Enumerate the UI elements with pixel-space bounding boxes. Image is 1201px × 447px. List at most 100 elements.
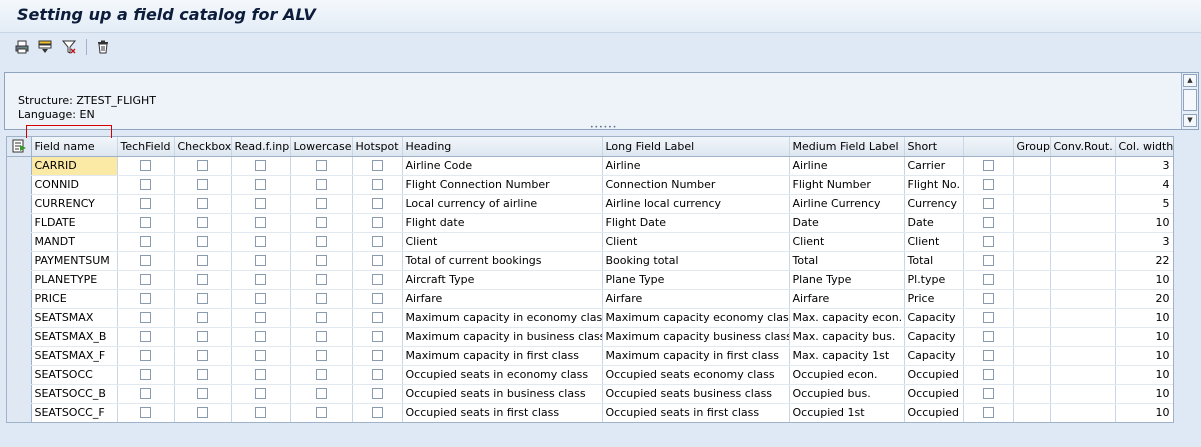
table-row[interactable]: MANDT Client Client Client Client 3: [7, 232, 1173, 252]
checkbox[interactable]: [982, 312, 994, 323]
field-name-cell[interactable]: FLDATE: [31, 213, 118, 233]
field-name-cell[interactable]: SEATSOCC_B: [31, 384, 118, 404]
heading-cell[interactable]: Aircraft Type: [402, 270, 603, 290]
col-width-cell[interactable]: 10: [1115, 346, 1173, 366]
checkbox[interactable]: [197, 274, 208, 285]
heading-cell[interactable]: Airfare: [402, 289, 603, 309]
column-header[interactable]: Short: [904, 137, 964, 157]
col-width-cell[interactable]: 10: [1115, 327, 1173, 347]
conv-rout-cell[interactable]: [1050, 156, 1116, 176]
heading-cell[interactable]: Total of current bookings: [402, 251, 603, 271]
row-selector[interactable]: [7, 270, 32, 290]
medium-label-cell[interactable]: Flight Number: [789, 175, 905, 195]
checkbox[interactable]: [197, 236, 208, 247]
column-header[interactable]: Long Field Label: [602, 137, 790, 157]
checkbox[interactable]: [255, 388, 266, 399]
short-label-cell[interactable]: Price: [904, 289, 964, 309]
col-width-cell[interactable]: 3: [1115, 232, 1173, 252]
checkbox[interactable]: [140, 198, 151, 209]
field-name-cell[interactable]: SEATSOCC: [31, 365, 118, 385]
row-selector[interactable]: [7, 327, 32, 347]
checkbox[interactable]: [371, 369, 383, 380]
field-name-cell[interactable]: MANDT: [31, 232, 118, 252]
checkbox[interactable]: [140, 217, 151, 228]
checkbox[interactable]: [315, 388, 327, 399]
long-label-cell[interactable]: Occupied seats business class: [602, 384, 790, 404]
conv-rout-cell[interactable]: [1050, 194, 1116, 214]
checkbox[interactable]: [371, 236, 383, 247]
col-width-cell[interactable]: 3: [1115, 156, 1173, 176]
column-header[interactable]: Col. width: [1115, 137, 1173, 157]
group-cell[interactable]: [1013, 232, 1051, 252]
col-width-cell[interactable]: 4: [1115, 175, 1173, 195]
short-label-cell[interactable]: Occupied: [904, 384, 964, 404]
group-cell[interactable]: [1013, 251, 1051, 271]
checkbox[interactable]: [371, 274, 383, 285]
medium-label-cell[interactable]: Occupied bus.: [789, 384, 905, 404]
long-label-cell[interactable]: Flight Date: [602, 213, 790, 233]
col-width-cell[interactable]: 10: [1115, 384, 1173, 404]
column-header[interactable]: Medium Field Label: [789, 137, 905, 157]
checkbox[interactable]: [197, 293, 208, 304]
medium-label-cell[interactable]: Occupied 1st: [789, 403, 905, 422]
conv-rout-cell[interactable]: [1050, 308, 1116, 328]
checkbox[interactable]: [197, 179, 208, 190]
table-row[interactable]: PRICE Airfare Airfare Airfare Price 20: [7, 289, 1173, 309]
checkbox[interactable]: [140, 160, 151, 171]
checkbox[interactable]: [982, 274, 994, 285]
short-label-cell[interactable]: Currency: [904, 194, 964, 214]
checkbox[interactable]: [140, 312, 151, 323]
table-row[interactable]: SEATSMAX_B Maximum capacity in business c…: [7, 327, 1173, 347]
field-name-cell[interactable]: SEATSOCC_F: [31, 403, 118, 422]
table-row[interactable]: SEATSMAX Maximum capacity in economy clas…: [7, 308, 1173, 328]
table-row[interactable]: FLDATE Flight date Flight Date Date Date 10: [7, 213, 1173, 233]
checkbox[interactable]: [371, 179, 383, 190]
checkbox[interactable]: [140, 179, 151, 190]
scroll-thumb[interactable]: [1183, 89, 1197, 111]
short-label-cell[interactable]: Pl.type: [904, 270, 964, 290]
checkbox[interactable]: [315, 160, 327, 171]
heading-cell[interactable]: Occupied seats in economy class: [402, 365, 603, 385]
heading-cell[interactable]: Maximum capacity in economy class: [402, 308, 603, 328]
scroll-up-icon[interactable]: ▲: [1183, 74, 1197, 87]
checkbox[interactable]: [371, 255, 383, 266]
checkbox[interactable]: [140, 331, 151, 342]
checkbox[interactable]: [197, 198, 208, 209]
checkbox[interactable]: [371, 312, 383, 323]
checkbox[interactable]: [315, 255, 327, 266]
checkbox[interactable]: [255, 331, 266, 342]
conv-rout-cell[interactable]: [1050, 346, 1116, 366]
filter-icon[interactable]: [60, 38, 78, 56]
table-row[interactable]: CARRID Airline Code Airline Airline Carrier 3: [7, 156, 1173, 176]
checkbox[interactable]: [371, 198, 383, 209]
checkbox[interactable]: [982, 293, 994, 304]
column-header[interactable]: Heading: [402, 137, 603, 157]
heading-cell[interactable]: Maximum capacity in first class: [402, 346, 603, 366]
short-label-cell[interactable]: Total: [904, 251, 964, 271]
column-header[interactable]: Lowercase: [290, 137, 353, 157]
checkbox[interactable]: [140, 369, 151, 380]
field-name-cell[interactable]: CARRID: [31, 156, 118, 176]
row-selector[interactable]: [7, 175, 32, 195]
col-width-cell[interactable]: 22: [1115, 251, 1173, 271]
checkbox[interactable]: [140, 350, 151, 361]
col-width-cell[interactable]: 20: [1115, 289, 1173, 309]
layout-icon[interactable]: [36, 38, 54, 56]
long-label-cell[interactable]: Airline: [602, 156, 790, 176]
checkbox[interactable]: [315, 312, 327, 323]
group-cell[interactable]: [1013, 403, 1051, 422]
checkbox[interactable]: [255, 407, 266, 418]
checkbox[interactable]: [255, 160, 266, 171]
checkbox[interactable]: [371, 160, 383, 171]
group-cell[interactable]: [1013, 194, 1051, 214]
checkbox[interactable]: [315, 369, 327, 380]
column-header[interactable]: Group: [1013, 137, 1051, 157]
short-label-cell[interactable]: Occupied: [904, 403, 964, 422]
heading-cell[interactable]: Flight date: [402, 213, 603, 233]
checkbox[interactable]: [371, 350, 383, 361]
checkbox[interactable]: [197, 388, 208, 399]
splitter-handle[interactable]: ••••••: [590, 125, 616, 131]
checkbox[interactable]: [315, 236, 327, 247]
conv-rout-cell[interactable]: [1050, 270, 1116, 290]
col-width-cell[interactable]: 10: [1115, 403, 1173, 422]
